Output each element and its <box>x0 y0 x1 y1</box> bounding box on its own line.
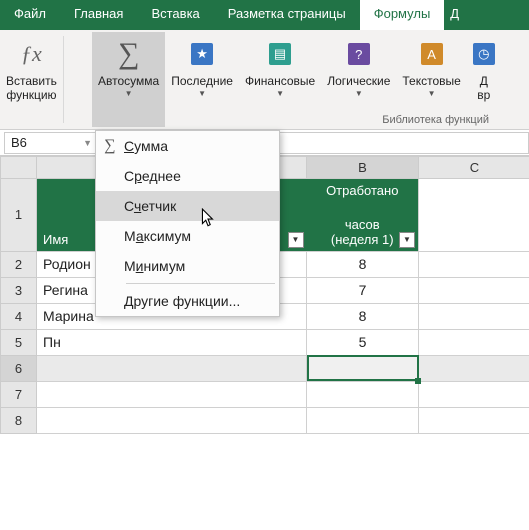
cell-A8[interactable] <box>37 407 307 433</box>
chevron-down-icon: ▼ <box>276 89 284 98</box>
dropdown-item-sum[interactable]: ∑ Сумма <box>96 131 279 161</box>
cell-B7[interactable] <box>307 381 419 407</box>
coins-icon: ▤ <box>269 43 291 65</box>
chevron-down-icon: ▼ <box>198 89 206 98</box>
dropdown-item-max[interactable]: Максимум <box>96 221 279 251</box>
letter-a-icon: A <box>421 43 443 65</box>
cell-B5[interactable]: 5 <box>307 329 419 355</box>
cell-A7[interactable] <box>37 381 307 407</box>
cell-C7[interactable] <box>419 381 529 407</box>
recent-button[interactable]: ★ Последние ▼ <box>165 32 239 127</box>
tab-insert[interactable]: Вставка <box>137 0 213 30</box>
logical-button[interactable]: ? Логические ▼ <box>321 32 396 127</box>
name-box[interactable]: B6 ▼ <box>4 132 99 154</box>
clock-icon: ◷ <box>473 43 495 65</box>
select-all-corner[interactable] <box>1 157 37 179</box>
chevron-down-icon: ▼ <box>355 89 363 98</box>
tab-data-partial[interactable]: Д <box>444 0 465 30</box>
cell-A6[interactable] <box>37 355 307 381</box>
star-icon: ★ <box>191 43 213 65</box>
cell-C3[interactable] <box>419 277 529 303</box>
table-header-hours-sub: часов(неделя 1) ▼ <box>307 213 419 252</box>
filter-button[interactable]: ▼ <box>399 232 415 248</box>
sigma-icon: ∑ <box>104 137 115 155</box>
tab-home[interactable]: Главная <box>60 0 137 30</box>
group-label-library: Библиотека функций <box>382 114 489 126</box>
cell-C2[interactable] <box>419 251 529 277</box>
tab-pagelayout[interactable]: Разметка страницы <box>214 0 360 30</box>
cell-B2[interactable]: 8 <box>307 251 419 277</box>
cell-C5[interactable] <box>419 329 529 355</box>
financial-button[interactable]: ▤ Финансовые ▼ <box>239 32 321 127</box>
dropdown-item-min[interactable]: Минимум <box>96 251 279 281</box>
dropdown-item-count[interactable]: Счетчик <box>96 191 279 221</box>
table-header-hours: Отработано <box>307 179 419 213</box>
cell-A5[interactable]: Пн <box>37 329 307 355</box>
dd-sum-rest: умма <box>134 138 168 154</box>
question-icon: ? <box>348 43 370 65</box>
cell-B3[interactable]: 7 <box>307 277 419 303</box>
filter-button[interactable]: ▼ <box>288 232 304 248</box>
sigma-icon: ∑ <box>118 37 139 71</box>
cell-B6-selected[interactable] <box>307 355 419 381</box>
ribbon: ƒx Вставитьфункцию ∑ Автосумма ▼ ★ После… <box>0 30 529 130</box>
cell-B8[interactable] <box>307 407 419 433</box>
fx-icon: ƒx <box>21 41 42 67</box>
dropdown-separator <box>126 283 275 284</box>
cell-C4[interactable] <box>419 303 529 329</box>
tab-file[interactable]: Файл <box>0 0 60 30</box>
autosum-dropdown: ∑ Сумма Среднее Счетчик Максимум Минимум… <box>95 130 280 317</box>
chevron-down-icon: ▼ <box>428 89 436 98</box>
datetime-button-partial[interactable]: ◷ Двр <box>467 32 501 127</box>
col-header-B[interactable]: B <box>307 157 419 179</box>
row-header-6[interactable]: 6 <box>1 355 37 381</box>
dropdown-item-average[interactable]: Среднее <box>96 161 279 191</box>
cell-B4[interactable]: 8 <box>307 303 419 329</box>
row-header-7[interactable]: 7 <box>1 381 37 407</box>
row-header-2[interactable]: 2 <box>1 251 37 277</box>
col-header-C[interactable]: C <box>419 157 529 179</box>
row-header-3[interactable]: 3 <box>1 277 37 303</box>
cell-C6[interactable] <box>419 355 529 381</box>
ribbon-tabs: Файл Главная Вставка Разметка страницы Ф… <box>0 0 529 30</box>
fill-handle[interactable] <box>415 378 421 384</box>
chevron-down-icon: ▼ <box>83 138 92 148</box>
row-header-1[interactable]: 1 <box>1 179 37 252</box>
row-header-8[interactable]: 8 <box>1 407 37 433</box>
row-header-5[interactable]: 5 <box>1 329 37 355</box>
cell-C8[interactable] <box>419 407 529 433</box>
insert-function-button[interactable]: ƒx Вставитьфункцию <box>0 32 63 110</box>
row-header-4[interactable]: 4 <box>1 303 37 329</box>
group-insert-function: ƒx Вставитьфункцию <box>0 30 63 129</box>
text-button[interactable]: A Текстовые ▼ <box>396 32 466 127</box>
tab-formulas[interactable]: Формулы <box>360 0 445 30</box>
group-function-library: ∑ Автосумма ▼ ★ Последние ▼ ▤ Финансовые… <box>64 30 529 129</box>
chevron-down-icon: ▼ <box>125 89 133 98</box>
autosum-button[interactable]: ∑ Автосумма ▼ <box>92 32 165 127</box>
dropdown-item-more[interactable]: Другие функции... <box>96 286 279 316</box>
